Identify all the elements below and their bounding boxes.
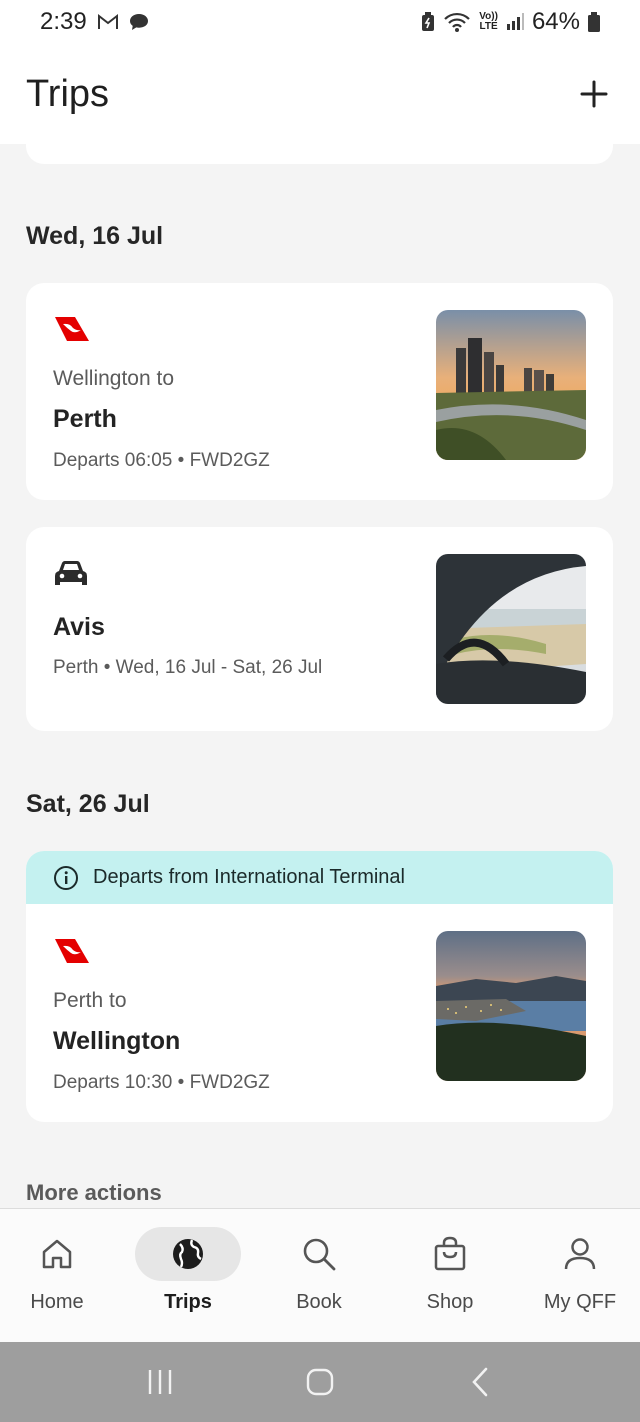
home-icon	[42, 1239, 72, 1269]
page-title: Trips	[26, 72, 110, 115]
wifi-icon	[443, 11, 471, 33]
car-beach-image	[436, 554, 586, 704]
status-bar: 2:39 Vo)) LTE 64%	[0, 0, 640, 44]
recent-apps-icon	[148, 1370, 172, 1394]
nav-shop-label: Shop	[426, 1291, 474, 1313]
nav-my-qff[interactable]: My QFF	[515, 1227, 640, 1327]
terminal-info-banner: Departs from International Terminal	[26, 851, 613, 904]
qantas-logo-icon	[53, 937, 91, 970]
flight-departure-info: Departs 06:05 • FWD2GZ	[53, 450, 270, 471]
nav-trips-label: Trips	[164, 1291, 212, 1313]
car-rental-company: Avis	[53, 613, 105, 641]
flight-destination: Wellington	[53, 1027, 181, 1055]
nav-home[interactable]: Home	[0, 1227, 122, 1327]
terminal-info-text: Departs from International Terminal	[93, 866, 405, 888]
back-chevron-icon	[472, 1367, 488, 1397]
bottom-navigation: Home Trips Book Shop My QFF	[0, 1208, 640, 1342]
signal-icon	[506, 13, 524, 31]
app-header: Trips	[0, 44, 640, 144]
home-system-button[interactable]	[290, 1352, 350, 1412]
globe-icon	[173, 1239, 203, 1269]
add-trip-button[interactable]	[574, 74, 614, 114]
chat-bubble-icon	[129, 13, 149, 31]
nav-trips[interactable]: Trips	[123, 1227, 253, 1327]
car-rental-details: Perth • Wed, 16 Jul - Sat, 26 Jul	[53, 657, 323, 678]
flight-origin: Perth to	[53, 989, 127, 1012]
nav-book[interactable]: Book	[254, 1227, 384, 1327]
shopping-bag-icon	[434, 1236, 466, 1271]
nav-my-qff-label: My QFF	[543, 1291, 617, 1313]
flight-departure-info: Departs 10:30 • FWD2GZ	[53, 1072, 270, 1093]
volte-icon: Vo)) LTE	[479, 12, 498, 32]
more-actions-heading: More actions	[26, 1180, 162, 1205]
status-time: 2:39	[40, 8, 87, 35]
trips-list[interactable]: Wed, 16 Jul Wellington to Perth Departs …	[0, 144, 640, 1208]
nav-shop[interactable]: Shop	[385, 1227, 515, 1327]
home-circle-icon	[306, 1368, 334, 1396]
system-navigation-bar	[0, 1342, 640, 1422]
flight-card-perth-wellington[interactable]: Departs from International Terminal Pert…	[26, 851, 613, 1122]
search-icon	[303, 1238, 336, 1271]
previous-card-edge[interactable]	[26, 144, 613, 164]
battery-icon	[588, 12, 600, 32]
gmail-icon	[97, 13, 119, 31]
date-heading-2: Sat, 26 Jul	[26, 790, 150, 818]
flight-card-wellington-perth[interactable]: Wellington to Perth Departs 06:05 • FWD2…	[26, 283, 613, 500]
battery-saver-icon	[421, 12, 435, 32]
battery-percentage: 64%	[531, 8, 580, 35]
back-button[interactable]	[450, 1352, 510, 1412]
perth-skyline-image	[436, 310, 586, 460]
nav-book-label: Book	[296, 1291, 342, 1313]
plus-icon	[580, 80, 608, 108]
car-rental-card-avis[interactable]: Avis Perth • Wed, 16 Jul - Sat, 26 Jul	[26, 527, 613, 731]
person-icon	[564, 1238, 596, 1270]
recent-apps-button[interactable]	[130, 1352, 190, 1412]
car-icon	[53, 559, 89, 594]
info-icon	[53, 865, 79, 891]
date-heading-1: Wed, 16 Jul	[26, 222, 164, 250]
volte-bottom-label: LTE	[479, 21, 498, 32]
qantas-logo-icon	[53, 315, 91, 348]
wellington-harbour-image	[436, 931, 586, 1081]
nav-home-label: Home	[30, 1291, 84, 1313]
flight-origin: Wellington to	[53, 367, 175, 390]
flight-destination: Perth	[53, 405, 117, 433]
